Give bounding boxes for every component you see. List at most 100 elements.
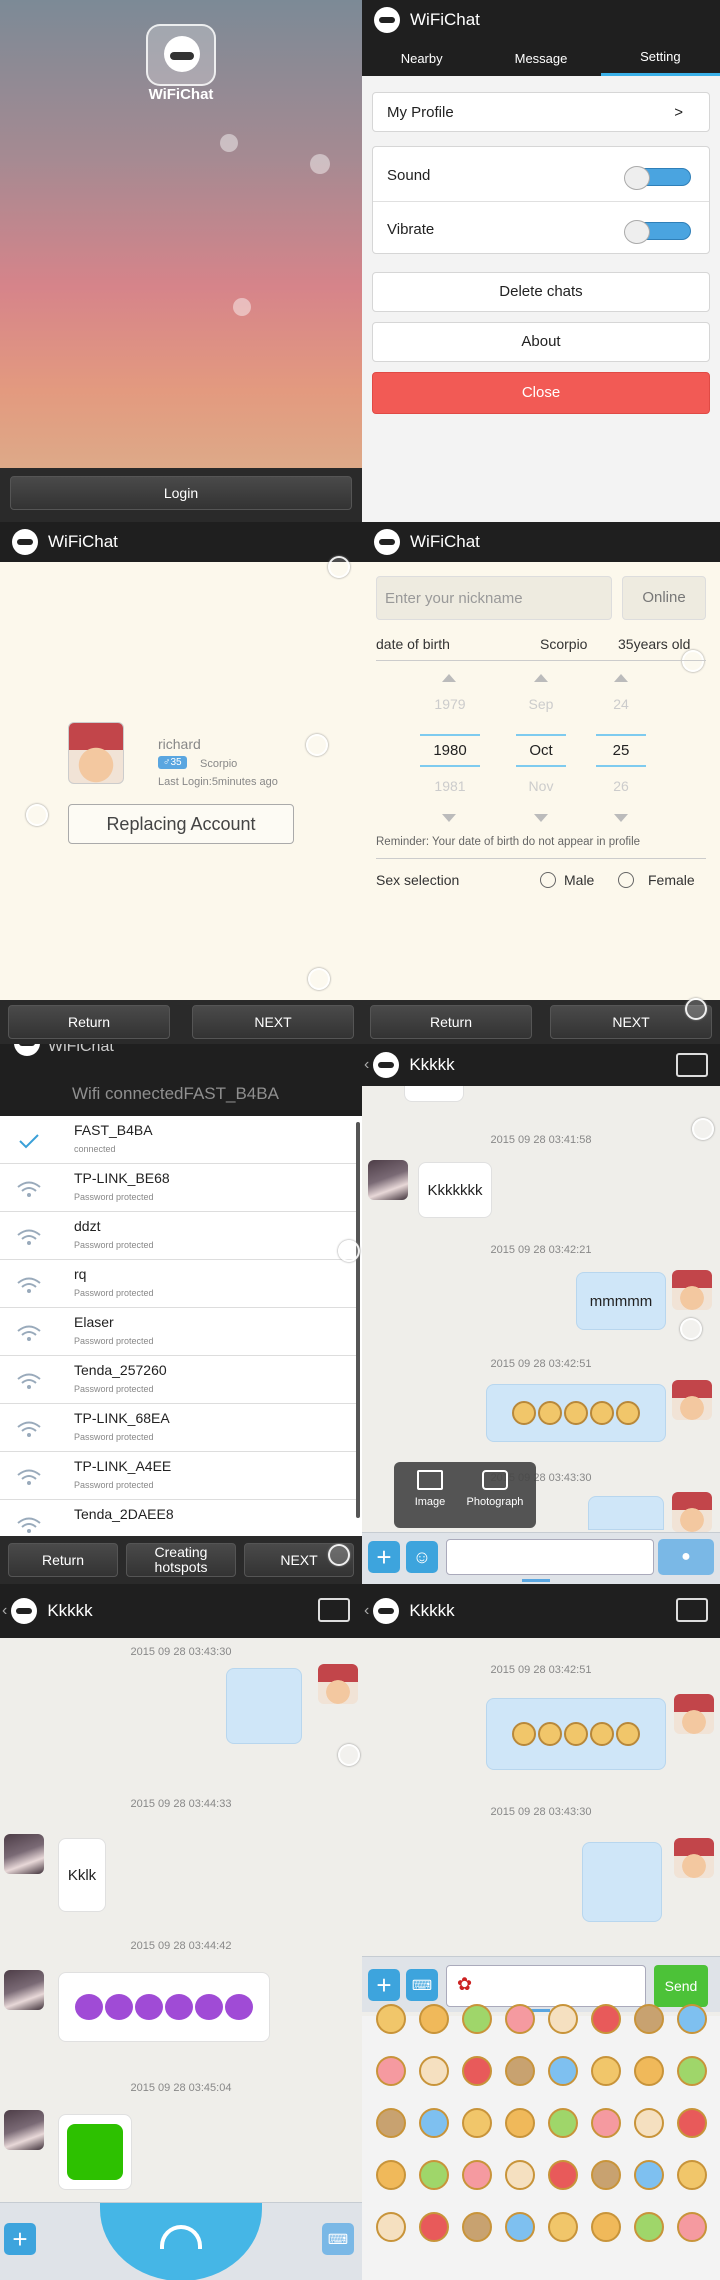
- triangle-up-icon: [534, 674, 548, 682]
- emoji-key-icon[interactable]: [419, 2212, 449, 2242]
- top-bar: WiFiChat: [362, 0, 720, 40]
- wifi-network-row[interactable]: ddzt Password protected: [0, 1212, 356, 1260]
- wifi-network-row[interactable]: Tenda_257260 Password protected: [0, 1356, 356, 1404]
- emoji-key-icon[interactable]: [419, 2108, 449, 2138]
- emoji-key-icon[interactable]: [677, 2212, 707, 2242]
- emoji-key-icon[interactable]: [419, 2004, 449, 2034]
- emoji-key-icon[interactable]: [419, 2160, 449, 2190]
- emoji-key-icon[interactable]: [548, 2212, 578, 2242]
- emoji-key-icon[interactable]: [462, 2212, 492, 2242]
- tab-setting[interactable]: Setting: [600, 40, 720, 76]
- delete-chats-button[interactable]: Delete chats: [372, 272, 710, 312]
- month-picker[interactable]: Sep Oct Nov: [516, 672, 566, 802]
- emoji-key-icon[interactable]: [462, 2056, 492, 2086]
- back-arrow-icon[interactable]: ‹: [364, 1056, 369, 1074]
- emoji-key-icon[interactable]: [677, 2160, 707, 2190]
- emoji-key-icon[interactable]: [634, 2004, 664, 2034]
- emoji-key-icon[interactable]: [505, 2004, 535, 2034]
- emoji-key-icon[interactable]: [591, 2004, 621, 2034]
- contact-card-icon[interactable]: [318, 1598, 350, 1622]
- emoji-key-icon[interactable]: [505, 2108, 535, 2138]
- emoji-key-icon[interactable]: [462, 2160, 492, 2190]
- plus-button[interactable]: +: [4, 2223, 36, 2255]
- emoji-key-icon[interactable]: [591, 2160, 621, 2190]
- emoji-key-icon[interactable]: [505, 2160, 535, 2190]
- emoji-key-icon[interactable]: [419, 2056, 449, 2086]
- keyboard-button[interactable]: ⌨: [322, 2223, 354, 2255]
- emoji-key-icon[interactable]: [634, 2160, 664, 2190]
- about-button[interactable]: About: [372, 322, 710, 362]
- image-option[interactable]: Image: [402, 1470, 458, 1520]
- vibrate-toggle[interactable]: [624, 220, 691, 244]
- touch-indicator: [26, 804, 48, 826]
- bottom-bar: Return NEXT: [0, 1000, 362, 1044]
- my-profile-row[interactable]: My Profile >: [372, 92, 710, 132]
- my-profile-label: My Profile: [387, 104, 454, 121]
- emoji-key-icon[interactable]: [591, 2212, 621, 2242]
- wifi-network-row[interactable]: TP-LINK_BE68 Password protected: [0, 1164, 356, 1212]
- emoji-key-icon[interactable]: [677, 2004, 707, 2034]
- return-button[interactable]: Return: [370, 1005, 532, 1039]
- emoji-key-icon[interactable]: [376, 2212, 406, 2242]
- message-input[interactable]: ✿: [446, 1965, 646, 2007]
- send-button[interactable]: Send: [654, 1965, 708, 2007]
- emoji-key-icon[interactable]: [591, 2056, 621, 2086]
- emoji-key-icon[interactable]: [462, 2004, 492, 2034]
- wifi-network-row[interactable]: TP-LINK_68EA Password protected: [0, 1404, 356, 1452]
- emoji-key-icon[interactable]: [376, 2160, 406, 2190]
- scrollbar[interactable]: [356, 1122, 360, 1518]
- wifi-network-name: TP-LINK_BE68: [74, 1170, 170, 1186]
- wifi-network-row[interactable]: rq Password protected: [0, 1260, 356, 1308]
- wifi-network-row[interactable]: FAST_B4BA connected: [0, 1116, 356, 1164]
- emoji-key-icon[interactable]: [634, 2212, 664, 2242]
- emoji-key-icon[interactable]: [634, 2108, 664, 2138]
- back-arrow-icon[interactable]: ‹: [2, 1602, 7, 1620]
- online-button[interactable]: Online: [622, 576, 706, 620]
- contact-card-icon[interactable]: [676, 1598, 708, 1622]
- female-radio[interactable]: [618, 872, 634, 888]
- emoji-key-icon[interactable]: [462, 2108, 492, 2138]
- microphone-button[interactable]: ●: [658, 1539, 714, 1575]
- emoji-key-icon[interactable]: [677, 2108, 707, 2138]
- app-logo-icon: [14, 1044, 40, 1056]
- emoji-key-icon[interactable]: [677, 2056, 707, 2086]
- emoji-key-icon[interactable]: [505, 2212, 535, 2242]
- nickname-input[interactable]: Enter your nickname: [376, 576, 612, 620]
- return-button[interactable]: Return: [8, 1543, 118, 1577]
- emoji-key-icon[interactable]: [376, 2108, 406, 2138]
- emoji-button[interactable]: ☺: [406, 1541, 438, 1573]
- emoji-key-icon[interactable]: [634, 2056, 664, 2086]
- tab-message[interactable]: Message: [481, 40, 600, 76]
- emoji-key-icon[interactable]: [376, 2004, 406, 2034]
- year-picker[interactable]: 1979 1980 1981: [420, 672, 480, 802]
- close-button[interactable]: Close: [372, 372, 710, 414]
- contact-card-icon[interactable]: [676, 1053, 708, 1077]
- return-button[interactable]: Return: [8, 1005, 170, 1039]
- keyboard-button[interactable]: ⌨: [406, 1969, 438, 2001]
- male-radio[interactable]: [540, 872, 556, 888]
- emoji-key-icon[interactable]: [548, 2160, 578, 2190]
- wifi-network-row[interactable]: Elaser Password protected: [0, 1308, 356, 1356]
- emoji-key-icon[interactable]: [505, 2056, 535, 2086]
- message-input[interactable]: [446, 1539, 654, 1575]
- photograph-option[interactable]: Photograph: [460, 1470, 530, 1520]
- emoji-key-icon[interactable]: [376, 2056, 406, 2086]
- day-picker[interactable]: 24 25 26: [596, 672, 646, 802]
- login-button[interactable]: Login: [10, 476, 352, 510]
- tab-nearby[interactable]: Nearby: [362, 40, 481, 76]
- create-hotspot-button[interactable]: Creating hotspots: [126, 1543, 236, 1577]
- app-logo-icon: [373, 1598, 400, 1624]
- plus-button[interactable]: +: [368, 1541, 400, 1573]
- wifi-network-row[interactable]: TP-LINK_A4EE Password protected: [0, 1452, 356, 1500]
- sound-toggle[interactable]: [624, 166, 691, 190]
- emoji-key-icon[interactable]: [548, 2004, 578, 2034]
- emoji-key-icon[interactable]: [548, 2056, 578, 2086]
- plus-button[interactable]: +: [368, 1969, 400, 2001]
- replace-account-button[interactable]: Replacing Account: [68, 804, 294, 844]
- emoji-key-icon[interactable]: [548, 2108, 578, 2138]
- next-button[interactable]: NEXT: [192, 1005, 354, 1039]
- wifi-screen: WiFiChat Wifi connectedFAST_B4BA FAST_B4…: [0, 1044, 362, 1584]
- back-arrow-icon[interactable]: ‹: [364, 1602, 369, 1620]
- emoji-key-icon[interactable]: [591, 2108, 621, 2138]
- emoji-face-icon: [590, 1401, 614, 1425]
